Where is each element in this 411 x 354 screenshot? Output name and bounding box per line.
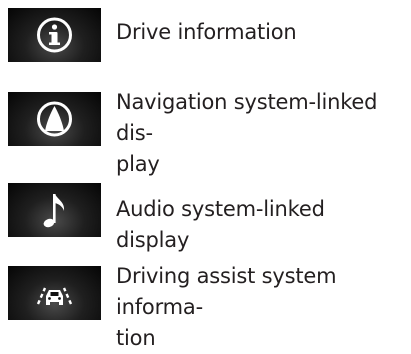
item-label: Drive information (116, 20, 297, 44)
item-label: Driving assist system informa- tion (116, 261, 401, 354)
item-label-line-1: Driving assist system informa- (116, 264, 337, 319)
audio-icon-tile (8, 183, 101, 237)
navigation-icon-tile (8, 92, 101, 146)
item-label-line-2: tion (116, 326, 156, 350)
item-label: Navigation system-linked dis- play (116, 87, 401, 180)
item-label-line-1: Navigation system-linked dis- (116, 90, 378, 145)
info-icon-tile (8, 8, 101, 62)
music-note-icon (43, 194, 65, 228)
driving-assist-car-icon (36, 287, 73, 305)
info-icon (37, 17, 72, 53)
driving-assist-icon-tile (8, 266, 101, 320)
navigation-arrow-icon (37, 101, 72, 137)
item-label-line-2: play (116, 152, 160, 176)
item-label: Audio system-linked display (116, 197, 325, 252)
